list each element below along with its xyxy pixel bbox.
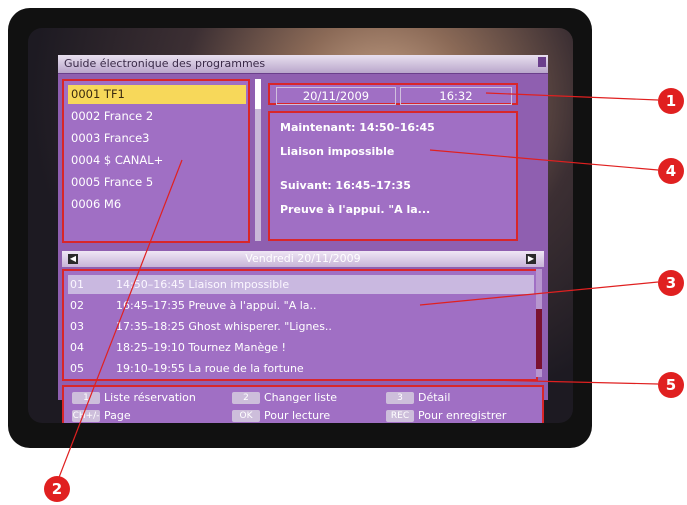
- callout-2: 2: [44, 476, 70, 502]
- callout-line-4: [429, 149, 659, 171]
- callout-line-3: [419, 281, 659, 306]
- callout-line-1: [485, 92, 659, 101]
- callout-5: 5: [658, 372, 684, 398]
- callout-line-2: [57, 159, 183, 481]
- callout-3: 3: [658, 270, 684, 296]
- callout-1: 1: [658, 88, 684, 114]
- callout-line-5: [487, 379, 659, 385]
- callout-lines: [57, 92, 659, 481]
- callout-4: 4: [658, 158, 684, 184]
